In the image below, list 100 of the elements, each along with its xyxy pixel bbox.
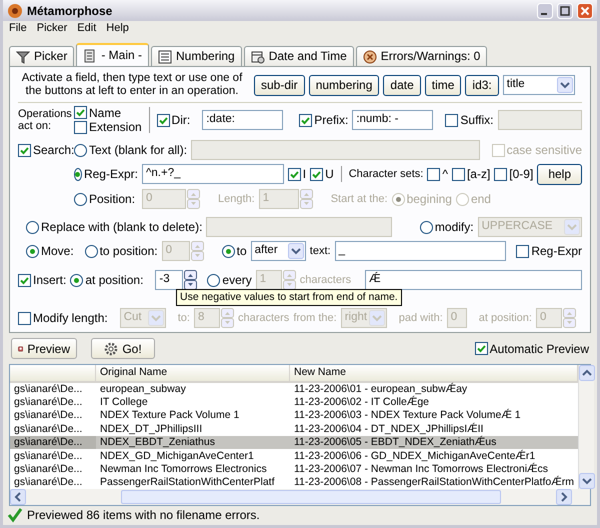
caret-icon [288, 243, 304, 260]
field-label: to: [178, 312, 190, 325]
menu-item[interactable]: Help [106, 22, 129, 36]
field-label: Operations act on: [18, 108, 70, 132]
checkbox[interactable]: Automatic Preview [474, 342, 589, 356]
checkmark-icon [75, 107, 86, 118]
checkmark-icon [19, 144, 30, 156]
radio-button[interactable]: Position: [74, 192, 138, 206]
document-icon [83, 48, 98, 63]
input-field[interactable]: _ [334, 241, 506, 262]
input-field[interactable] [498, 110, 582, 130]
column-header[interactable]: Original Name [96, 364, 290, 381]
horizontal-scrollbar[interactable] [10, 488, 590, 505]
help-button[interactable]: help [537, 164, 582, 185]
scroll-down-icon [578, 472, 595, 489]
field-label: Character sets: [348, 168, 424, 181]
gear-icon [104, 342, 118, 356]
checkmark-icon [311, 168, 322, 180]
menu-item[interactable]: Edit [77, 22, 96, 36]
insert-button[interactable]: date [383, 74, 421, 96]
input-field[interactable]: ^n.+?_ [142, 164, 284, 184]
field-label: characters [300, 274, 352, 287]
radio-button[interactable]: modify: [420, 220, 474, 234]
input-field[interactable]: :date: [202, 110, 284, 130]
input-field[interactable]: Ǽ [365, 270, 582, 290]
field-label: from the: [293, 312, 337, 325]
table-row[interactable]: gs\ianaré\De... PassengerRailStationWithCenterPlatf 11-23-2006\08 - PassengerRailStationWithCenterPlatfoǼrm [10, 476, 578, 490]
table-row[interactable]: gs\ianaré\De... NDEX Texture Pack Volume 1 11-23-2006\03 - NDEX Texture Pack VolumeǼ 1 [10, 409, 578, 423]
field-label: at position: [478, 312, 532, 325]
insert-button[interactable]: numbering [308, 74, 380, 96]
table-row[interactable]: gs\ianaré\De... IT College 11-23-2006\02 - IT ColleǼge [10, 396, 578, 410]
spinner-arrows-icon[interactable] [282, 270, 296, 290]
go-button[interactable]: Go! [91, 338, 155, 360]
caret-icon [556, 77, 573, 94]
caret-icon [148, 310, 164, 326]
tab[interactable]: Picker [9, 46, 74, 66]
input-field[interactable] [191, 140, 480, 160]
field-label: Length: [218, 192, 255, 206]
calendar-icon [250, 50, 265, 64]
checkmark-icon [19, 274, 30, 286]
field-label: characters [238, 312, 290, 325]
radio-button[interactable]: to [222, 244, 247, 258]
radio-button[interactable]: to position: [84, 244, 158, 258]
scroll-left-icon [10, 488, 26, 505]
status-text: Previewed 86 items with no filename errors. [27, 508, 260, 522]
number-field[interactable]: -3 [155, 270, 184, 290]
checkmark-icon [288, 168, 300, 180]
scroll-right-icon [556, 488, 572, 505]
insert-button[interactable]: sub-dir [254, 74, 305, 96]
field-label: pad with: [398, 312, 443, 325]
tab[interactable]: Date and Time [244, 46, 354, 66]
radio-button[interactable]: every [207, 272, 252, 288]
radio-button[interactable]: Move: [26, 244, 81, 258]
id3-dropdown[interactable]: title [502, 75, 575, 96]
tab[interactable]: - Main - [76, 43, 150, 66]
table-row[interactable]: gs\ianaré\De... Newman Inc Tomorrows Electronics 11-23-2006\07 - Newman Inc Tomorrows ElectroniǼcs [10, 462, 578, 476]
preview-button[interactable]: Preview [11, 338, 77, 360]
checkbox[interactable]: Reg-Expr [516, 244, 582, 258]
checkbox[interactable]: Suffix: [445, 112, 494, 128]
caret-icon [368, 310, 385, 326]
spinner-arrows-icon[interactable] [184, 270, 198, 290]
checkbox[interactable]: Modify length: [18, 310, 108, 326]
checkmark-icon [300, 114, 312, 126]
radio-button[interactable]: Replace with (blank to delete): [26, 220, 202, 234]
instructions-text: Activate a field, then type text or use one of the buttons at left to enter in an operation. [20, 72, 244, 98]
maximize-icon [557, 2, 573, 19]
menu-item[interactable]: File [9, 22, 27, 36]
insert-button[interactable]: id3: [465, 74, 499, 96]
checkbox[interactable]: Insert: [18, 272, 66, 288]
checkbox[interactable]: Dir: [156, 112, 190, 128]
field-label: Start at the: [330, 192, 388, 206]
funnel-icon [16, 50, 30, 64]
list-icon [158, 50, 172, 64]
radio-button[interactable]: at position: [70, 272, 144, 288]
input-field[interactable] [206, 217, 392, 238]
checkbox[interactable]: Extension [74, 120, 142, 134]
window-title: Métamorphose [27, 4, 112, 18]
checkmark-icon [476, 343, 487, 354]
position-dropdown[interactable]: after [250, 241, 306, 262]
checkbox[interactable]: [a-z] [452, 166, 490, 182]
error-icon [362, 50, 377, 64]
radio-button[interactable]: Text (blank for all): [74, 142, 188, 158]
table-row[interactable]: gs\ianaré\De... NDEX_DT_JPhillipsIII 11-23-2006\04 - DT_NDEX_JPhillipsIǼII [10, 422, 578, 436]
close-icon [577, 2, 593, 19]
table-row[interactable]: gs\ianaré\De... european_subway 11-23-2006\01 - european_subwǼay [10, 382, 578, 396]
check-icon [7, 507, 23, 524]
vertical-scrollbar[interactable] [578, 364, 594, 489]
tab[interactable]: Numbering [151, 46, 242, 66]
checkbox[interactable]: Name [74, 106, 142, 120]
input-field[interactable]: :numb: - [352, 110, 434, 130]
radio-button[interactable]: Reg-Expr: [74, 166, 138, 182]
table-row[interactable]: gs\ianaré\De... NDEX_GD_MichiganAveCenter1 11-23-2006\06 - GD_NDEX_MichiganAveCenteǼr1 [10, 449, 578, 463]
caret-icon [564, 219, 580, 236]
menu-item[interactable]: Picker [36, 22, 68, 36]
field-label: text: [310, 244, 331, 258]
tab[interactable]: Errors/Warnings: 0 [356, 46, 488, 66]
insert-button[interactable]: time [424, 74, 462, 96]
app-icon [7, 2, 23, 19]
checkbox[interactable]: Prefix: [299, 112, 348, 128]
checkbox[interactable]: [0-9] [494, 166, 534, 182]
